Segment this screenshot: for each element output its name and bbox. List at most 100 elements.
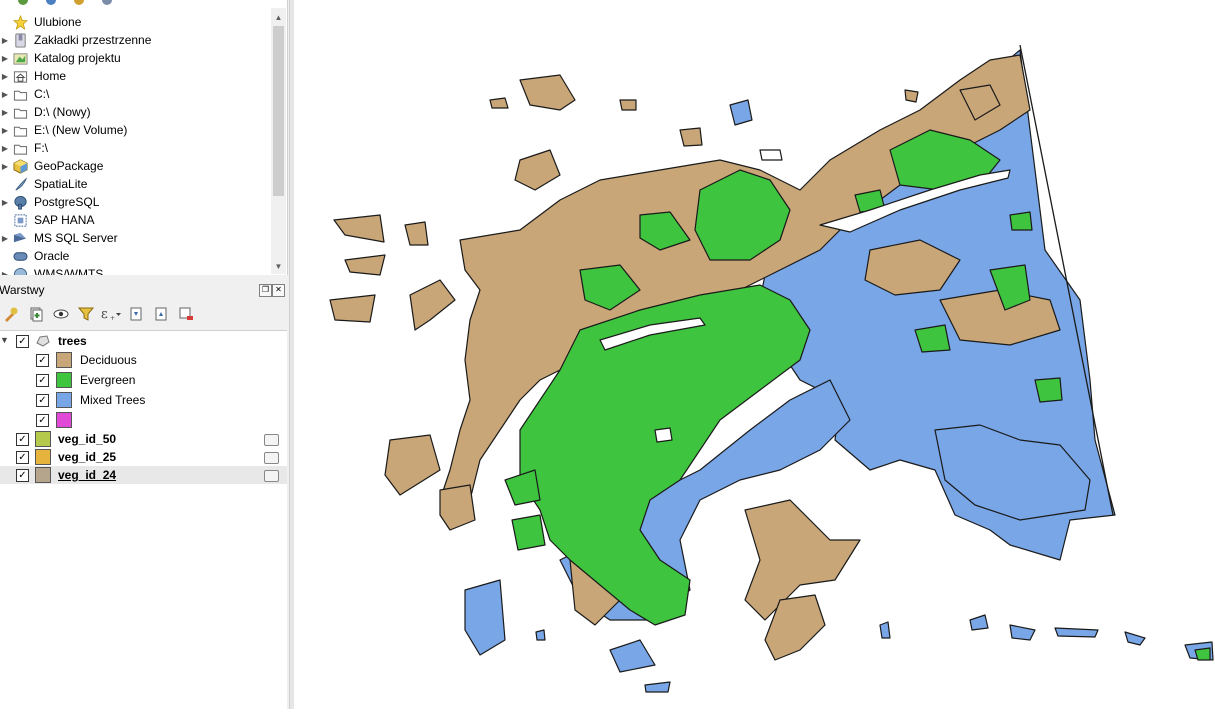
mssql-icon [12,230,28,246]
layer-name: veg_id_50 [58,432,117,446]
legend-swatch [56,352,72,368]
add-group-icon[interactable] [25,303,47,325]
legend-item-deciduous[interactable]: ✓ Deciduous [0,351,287,369]
browser-panel: Ulubione ▶ Zakładki przestrzenne ▶ Katal… [0,0,288,275]
class-checkbox[interactable]: ✓ [36,374,49,387]
layer-name: veg_id_24 [58,468,117,482]
class-checkbox[interactable]: ✓ [36,414,49,427]
expand-arrow-icon[interactable]: ▶ [0,49,10,67]
expand-arrow-icon[interactable]: ▶ [0,103,10,121]
evergreen-polygon [504,469,541,506]
legend-item-other[interactable]: ✓ [0,411,287,429]
browser-item-label: SpatiaLite [34,177,88,191]
browser-item-spatialite[interactable]: SpatiaLite [0,175,270,193]
close-panel-button[interactable]: ✕ [272,284,285,297]
browser-item-home[interactable]: ▶ Home [0,67,270,85]
layer-checkbox[interactable]: ✓ [16,469,29,482]
legend-item-mixed-trees[interactable]: ✓ Mixed Trees [0,391,287,409]
layer-row-veg-id-50[interactable]: ✓ veg_id_50 [0,430,287,448]
style-panel-icon[interactable] [0,303,22,325]
mixed-trees-polygon [464,579,506,656]
hole [759,149,783,161]
scrollbar-thumb[interactable] [273,26,284,196]
browser-item-label: MS SQL Server [34,231,118,245]
boundary-line [535,629,546,641]
collapse-icon[interactable] [102,0,112,5]
legend-swatch [56,412,72,428]
expand-arrow-icon[interactable]: ▶ [0,85,10,103]
expand-arrow-icon[interactable]: ▶ [0,193,10,211]
layer-row-veg-id-24[interactable]: ✓ veg_id_24 [0,466,287,484]
layers-toolbar: ε + [0,301,287,327]
browser-item-katalog-projektu[interactable]: ▶ Katalog projektu [0,49,270,67]
evergreen-polygon [1009,211,1033,231]
spatialite-icon [12,176,28,192]
browser-item-wms[interactable]: ▶ WMS/WMTS [0,265,270,275]
browser-item-f-drive[interactable]: ▶ F:\ [0,139,270,157]
legend-label: Deciduous [80,353,137,367]
layer-checkbox[interactable]: ✓ [16,451,29,464]
expand-arrow-icon[interactable]: ▶ [0,31,10,49]
oracle-icon [12,248,28,264]
browser-scrollbar[interactable]: ▲ ▼ [271,8,286,274]
filter-icon[interactable] [74,0,84,5]
browser-item-zakladki[interactable]: ▶ Zakładki przestrzenne [0,31,270,49]
deciduous-polygon [404,221,429,246]
wms-icon [12,266,28,275]
layers-tree: ▼ ✓ trees ✓ Deciduous ✓ Evergreen ✓ Mixe… [0,330,287,710]
expand-arrow-icon[interactable]: ▶ [0,139,10,157]
collapse-arrow-icon[interactable]: ▼ [0,335,9,345]
class-checkbox[interactable]: ✓ [36,394,49,407]
browser-item-geopackage[interactable]: ▶ GeoPackage [0,157,270,175]
legend-swatch [56,372,72,388]
mixed-trees-polygon [1124,631,1146,646]
map-canvas[interactable] [294,0,1215,709]
expand-arrow-icon [0,175,10,193]
deciduous-polygon [333,214,385,243]
layer-swatch [35,449,51,465]
expand-arrow-icon[interactable]: ▶ [0,229,10,247]
browser-item-label: SAP HANA [34,213,95,227]
sap-hana-icon [12,212,28,228]
expand-arrow-icon[interactable]: ▶ [0,67,10,85]
class-checkbox[interactable]: ✓ [36,354,49,367]
scroll-up-icon[interactable]: ▲ [271,11,286,25]
collapse-all-icon[interactable] [150,303,172,325]
browser-item-d-drive[interactable]: ▶ D:\ (Nowy) [0,103,270,121]
postgresql-icon [12,194,28,210]
filter-icon[interactable] [75,303,97,325]
expand-arrow-icon[interactable]: ▶ [0,121,10,139]
layers-panel-header: Warstwy ❐ ✕ [0,282,287,298]
scroll-down-icon[interactable]: ▼ [271,260,286,274]
expand-all-icon[interactable] [125,303,147,325]
browser-item-oracle[interactable]: Oracle [0,247,270,265]
mixed-trees-polygon [729,99,753,126]
layer-checkbox[interactable]: ✓ [16,433,29,446]
embedded-layer-icon [264,470,279,482]
expression-filter-icon[interactable]: ε + [100,303,122,325]
layer-checkbox[interactable]: ✓ [16,335,29,348]
float-panel-button[interactable]: ❐ [259,284,272,297]
layer-row-trees[interactable]: ▼ ✓ trees [0,332,287,350]
embedded-layer-icon [264,434,279,446]
legend-item-evergreen[interactable]: ✓ Evergreen [0,371,287,389]
svg-text:+: + [110,315,115,322]
layer-row-veg-id-25[interactable]: ✓ veg_id_25 [0,448,287,466]
boundary-line [879,621,891,639]
deciduous-polygon [514,149,561,191]
browser-item-postgresql[interactable]: ▶ PostgreSQL [0,193,270,211]
expand-arrow-icon[interactable]: ▶ [0,265,10,276]
browser-item-c-drive[interactable]: ▶ C:\ [0,85,270,103]
eye-icon[interactable] [50,303,72,325]
browser-item-ulubione[interactable]: Ulubione [0,13,270,31]
add-layer-icon[interactable] [18,0,28,5]
remove-layer-icon[interactable] [175,303,197,325]
embedded-layer-icon [264,452,279,464]
expand-arrow-icon[interactable]: ▶ [0,157,10,175]
refresh-icon[interactable] [46,0,56,5]
layer-swatch [35,467,51,483]
browser-item-mssql[interactable]: ▶ MS SQL Server [0,229,270,247]
layer-swatch [35,431,51,447]
browser-item-e-drive[interactable]: ▶ E:\ (New Volume) [0,121,270,139]
browser-item-sap-hana[interactable]: SAP HANA [0,211,270,229]
